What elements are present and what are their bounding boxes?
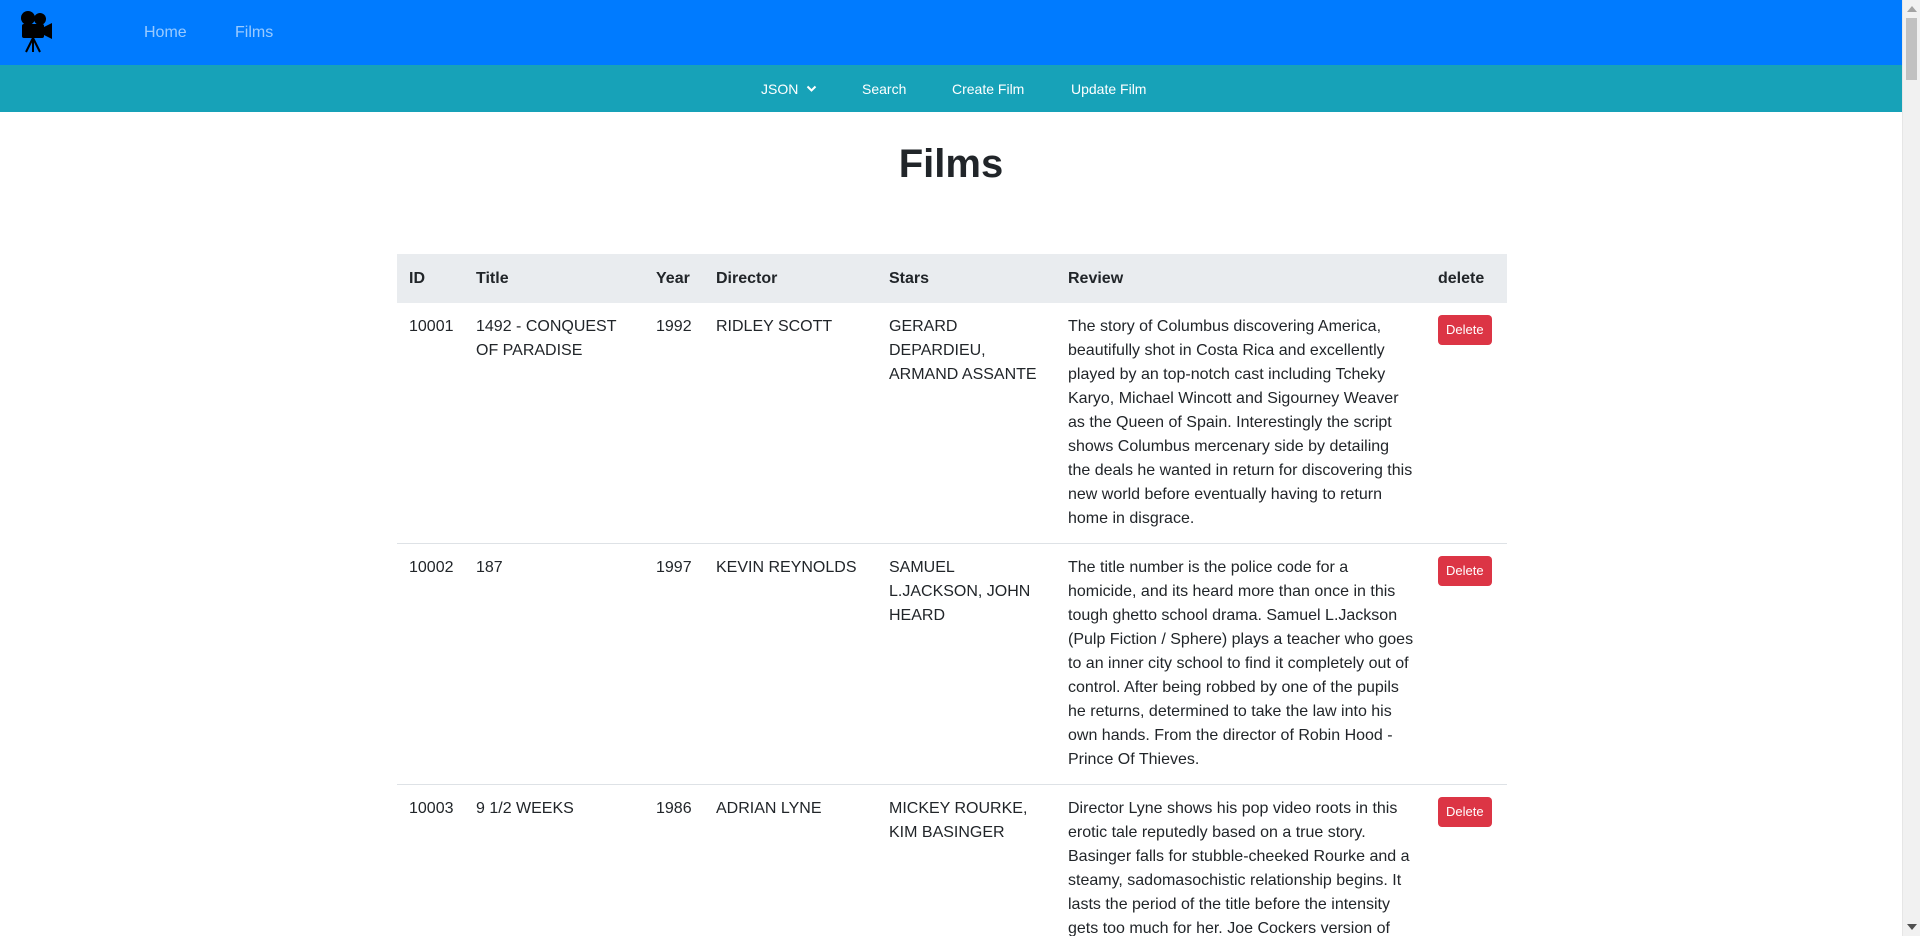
- films-table: ID Title Year Director Stars Review dele…: [397, 254, 1507, 936]
- cell-id: 10001: [409, 318, 454, 335]
- column-header-director: Director: [704, 254, 877, 303]
- column-header-year: Year: [644, 254, 704, 303]
- cell-year: 1992: [656, 318, 692, 335]
- delete-button[interactable]: Delete: [1438, 797, 1492, 827]
- cell-id: 10002: [397, 543, 464, 785]
- delete-button[interactable]: Delete: [1438, 315, 1492, 345]
- cell-review: The title number is the police code for …: [1056, 543, 1426, 785]
- cell-review: The story of Columbus discovering Americ…: [1068, 318, 1413, 527]
- scrollbar-thumb[interactable]: [1906, 18, 1917, 80]
- cell-director: KEVIN REYNOLDS: [704, 543, 877, 785]
- column-header-title: Title: [464, 254, 644, 303]
- format-dropdown-label: JSON: [761, 80, 799, 97]
- table-row: 10001 1492 - CONQUEST OF PARADISE 1992 R…: [397, 303, 1507, 544]
- vertical-scrollbar[interactable]: [1902, 0, 1920, 936]
- cell-review: Director Lyne shows his pop video roots …: [1056, 784, 1426, 936]
- sub-navbar: JSON Search Create Film Update Film: [0, 65, 1902, 112]
- cell-stars: GERARD DEPARDIEU, ARMAND ASSANTE: [889, 318, 1037, 383]
- cell-director: ADRIAN LYNE: [704, 784, 877, 936]
- movie-camera-icon[interactable]: [18, 10, 54, 54]
- scroll-down-arrow-icon[interactable]: [1907, 924, 1917, 930]
- create-film-link[interactable]: Create Film: [952, 65, 1024, 112]
- search-link[interactable]: Search: [862, 65, 906, 112]
- cell-year: 1986: [644, 784, 704, 936]
- table-row: 10002 187 1997 KEVIN REYNOLDS SAMUEL L.J…: [397, 543, 1507, 785]
- top-navbar: Home Films: [0, 0, 1902, 65]
- page-title: Films: [898, 142, 1004, 186]
- delete-button[interactable]: Delete: [1438, 556, 1492, 586]
- table-header-row: ID Title Year Director Stars Review dele…: [397, 254, 1507, 303]
- chevron-down-icon: [807, 85, 817, 92]
- films-table-container: ID Title Year Director Stars Review dele…: [397, 254, 1507, 936]
- nav-films-link[interactable]: Films: [235, 0, 273, 65]
- cell-delete: Delete: [1426, 543, 1507, 785]
- nav-home-link[interactable]: Home: [144, 0, 187, 65]
- column-header-delete: delete: [1426, 254, 1507, 303]
- column-header-stars: Stars: [877, 254, 1056, 303]
- cell-stars: MICKEY ROURKE, KIM BASINGER: [877, 784, 1056, 936]
- update-film-link[interactable]: Update Film: [1071, 65, 1146, 112]
- table-row: 10003 9 1/2 WEEKS 1986 ADRIAN LYNE MICKE…: [397, 784, 1507, 936]
- cell-director: RIDLEY SCOTT: [716, 318, 833, 335]
- cell-title: 9 1/2 WEEKS: [464, 784, 644, 936]
- scroll-up-arrow-icon[interactable]: [1907, 6, 1917, 12]
- cell-year: 1997: [644, 543, 704, 785]
- cell-delete: Delete: [1426, 784, 1507, 936]
- cell-title: 187: [464, 543, 644, 785]
- cell-delete: Delete: [1426, 303, 1507, 544]
- column-header-id: ID: [397, 254, 464, 303]
- cell-title: 1492 - CONQUEST OF PARADISE: [476, 318, 617, 359]
- column-header-review: Review: [1056, 254, 1426, 303]
- cell-id: 10003: [397, 784, 464, 936]
- cell-stars: SAMUEL L.JACKSON, JOHN HEARD: [877, 543, 1056, 785]
- format-dropdown[interactable]: JSON: [761, 65, 817, 112]
